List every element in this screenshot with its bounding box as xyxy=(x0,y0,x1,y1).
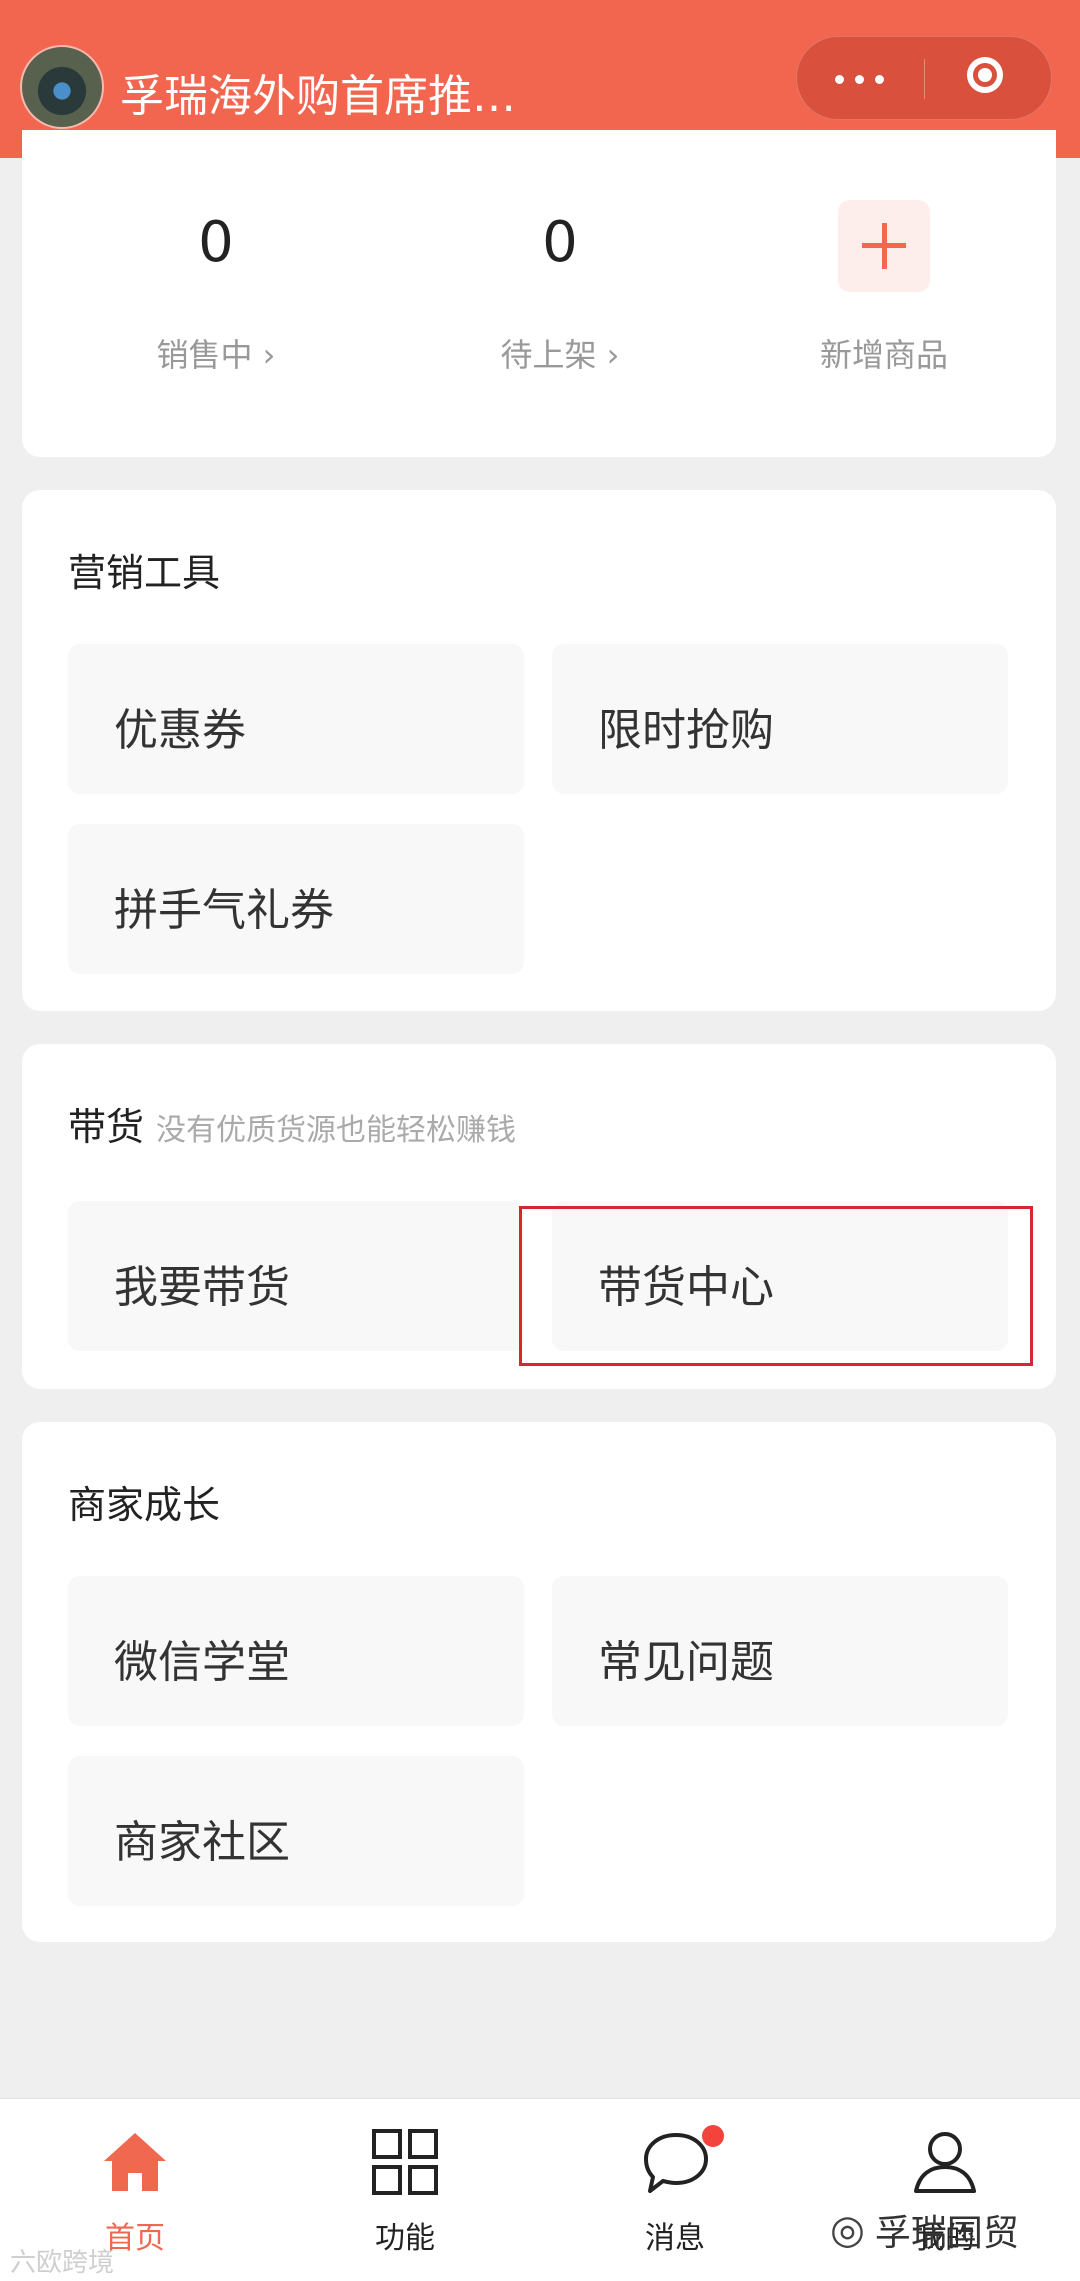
tab-messages[interactable]: 消息 xyxy=(540,2099,810,2281)
target-circle-icon[interactable] xyxy=(925,37,1052,121)
highlight-box xyxy=(519,1206,1033,1366)
tab-functions[interactable]: 功能 xyxy=(270,2099,540,2281)
tile-label: 微信学堂 xyxy=(114,1637,290,1688)
tile-label: 常见问题 xyxy=(598,1637,774,1688)
tile-faq[interactable]: 常见问题 xyxy=(552,1576,1008,1726)
tile-wechat-academy[interactable]: 微信学堂 xyxy=(68,1576,524,1726)
section-title: 营销工具 xyxy=(68,551,221,595)
user-icon xyxy=(914,2132,976,2193)
add-product-label[interactable]: 新增商品 xyxy=(774,330,994,376)
stat-value: 0 xyxy=(198,210,234,275)
tile-label: 优惠券 xyxy=(114,705,246,756)
page-title: 孚瑞海外购首席推… xyxy=(120,71,516,122)
wechat-icon: ◎ xyxy=(830,2207,865,2253)
section-title-text: 带货 xyxy=(68,1105,145,1149)
tile-lucky-coupon[interactable]: 拼手气礼券 xyxy=(68,824,524,974)
tile-label: 商家社区 xyxy=(114,1817,290,1868)
avatar[interactable] xyxy=(20,45,104,129)
more-dots-icon[interactable] xyxy=(797,37,924,121)
plus-icon[interactable] xyxy=(838,200,930,292)
section-title: 商家成长 xyxy=(68,1483,221,1527)
tile-merchant-community[interactable]: 商家社区 xyxy=(68,1756,524,1906)
unread-badge xyxy=(702,2125,724,2147)
merchant-growth-card: 商家成长 微信学堂 常见问题 商家社区 xyxy=(22,1422,1056,1942)
home-icon xyxy=(104,2133,166,2191)
tile-flash-sale[interactable]: 限时抢购 xyxy=(552,644,1008,794)
tab-label: 消息 xyxy=(645,2221,705,2256)
stat-value: 0 xyxy=(542,210,578,275)
miniprogram-capsule xyxy=(796,36,1052,120)
tile-label: 拼手气礼券 xyxy=(114,885,334,936)
section-title: 带货 没有优质货源也能轻松赚钱 xyxy=(68,1096,516,1151)
grid-icon xyxy=(372,2129,438,2195)
product-stats-card: 0 销售中 › 0 待上架 › 新增商品 xyxy=(22,130,1056,457)
marketing-tools-card: 营销工具 优惠券 限时抢购 拼手气礼券 xyxy=(22,490,1056,1011)
stat-label: 销售中 › xyxy=(156,336,276,374)
tile-want-to-sell[interactable]: 我要带货 xyxy=(68,1201,524,1351)
tab-label: 功能 xyxy=(375,2221,435,2256)
stat-label: 待上架 › xyxy=(500,336,620,374)
section-subtitle: 没有优质货源也能轻松赚钱 xyxy=(156,1113,517,1148)
tile-label: 限时抢购 xyxy=(598,705,774,756)
watermark-text: 孚瑞国贸 xyxy=(874,2213,1019,2254)
watermark-right: ◎ 孚瑞国贸 xyxy=(830,2204,1019,2256)
tile-coupon[interactable]: 优惠券 xyxy=(68,644,524,794)
watermark-left: 六欧跨境 xyxy=(10,2248,115,2278)
tile-label: 我要带货 xyxy=(114,1262,290,1313)
